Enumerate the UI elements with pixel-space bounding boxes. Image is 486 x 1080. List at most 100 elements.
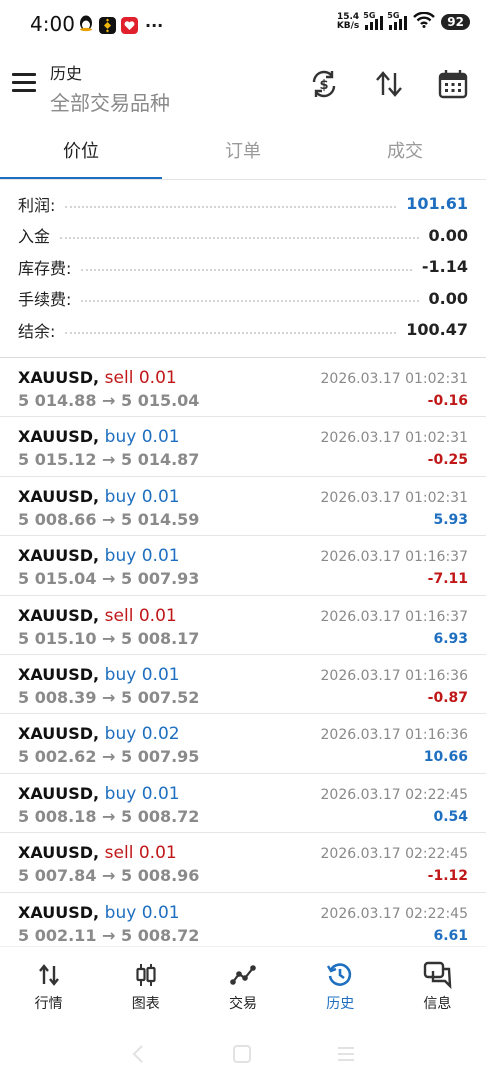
deal-side: buy 0.01 xyxy=(104,783,180,804)
deal-prices: 5 002.11 → 5 008.72 xyxy=(18,925,200,945)
deal-side: buy 0.01 xyxy=(104,664,180,685)
deal-side: sell 0.01 xyxy=(104,843,177,864)
summary-value: 0.00 xyxy=(428,225,468,245)
deal-profit: -0.87 xyxy=(427,689,468,706)
deal-symbol: XAUUSD, buy 0.01 xyxy=(18,546,180,567)
deal-time: 2026.03.17 02:22:45 xyxy=(320,905,469,922)
deal-row[interactable]: XAUUSD, sell 0.01 5 015.10 → 5 008.17 2026… xyxy=(0,596,486,655)
summary-value: 100.47 xyxy=(406,320,468,340)
deal-profit: 6.61 xyxy=(433,927,468,944)
summary-label: 库存费: xyxy=(18,258,72,278)
nav-label: 交易 xyxy=(229,996,257,1012)
nav-label: 信息 xyxy=(423,996,452,1012)
dotted-leader xyxy=(81,268,412,271)
bottom-navigation: 行情 图表 交易 历史 信息 xyxy=(0,946,486,1026)
tab-orders[interactable]: 订单 xyxy=(162,124,324,180)
summary-row-deposit: 入金 0.00 xyxy=(0,220,486,252)
nav-trade[interactable]: 交易 xyxy=(194,947,291,1026)
battery-indicator: 92 xyxy=(441,14,470,30)
deals-list: XAUUSD, sell 0.01 5 014.88 → 5 015.04 2026… xyxy=(0,358,486,952)
summary-label: 利润: xyxy=(18,195,56,215)
tab-deals[interactable]: 成交 xyxy=(324,124,486,180)
deal-profit: 0.54 xyxy=(433,808,468,825)
summary-label: 入金 xyxy=(18,227,51,247)
status-app-icons: ··· xyxy=(78,14,163,36)
cell-signal-1-icon: 5G xyxy=(363,11,384,30)
deal-symbol: XAUUSD, buy 0.01 xyxy=(18,486,180,507)
deal-symbol: XAUUSD, buy 0.01 xyxy=(18,783,180,804)
summary-value: 101.61 xyxy=(406,194,468,214)
status-indicators: 15.4 KB/s 5G 5G 92 xyxy=(336,11,470,32)
deal-time: 2026.03.17 01:02:31 xyxy=(320,430,469,447)
deal-symbol: XAUUSD, buy 0.01 xyxy=(18,664,180,685)
deal-row[interactable]: XAUUSD, buy 0.01 5 015.12 → 5 014.87 2026.… xyxy=(0,417,486,477)
deal-row[interactable]: XAUUSD, buy 0.01 5 015.04 → 5 007.93 2026.… xyxy=(0,536,486,596)
deal-prices: 5 008.39 → 5 007.52 xyxy=(18,687,200,707)
nav-label: 图表 xyxy=(131,996,160,1012)
deal-row[interactable]: XAUUSD, buy 0.01 5 002.11 → 5 008.72 2026.… xyxy=(0,893,486,952)
sort-icon[interactable] xyxy=(373,68,405,100)
trade-line-icon xyxy=(229,961,257,989)
summary-value: -1.14 xyxy=(421,257,468,277)
deal-row[interactable]: XAUUSD, buy 0.02 5 002.62 → 5 007.95 2026.… xyxy=(0,714,486,774)
nav-messages[interactable]: 信息 xyxy=(389,947,486,1026)
deal-symbol: XAUUSD, buy 0.01 xyxy=(18,902,180,923)
deal-side: buy 0.01 xyxy=(104,486,180,507)
deal-row[interactable]: XAUUSD, sell 0.01 5 014.88 → 5 015.04 2026… xyxy=(0,358,486,418)
deal-profit: -1.12 xyxy=(427,868,468,885)
svg-text:$: $ xyxy=(319,78,328,93)
deal-time: 2026.03.17 01:02:31 xyxy=(320,489,469,506)
dotted-leader xyxy=(60,237,419,240)
app-bar: 历史 全部交易品种 $ xyxy=(0,48,486,124)
title-block[interactable]: 历史 全部交易品种 xyxy=(50,60,170,116)
deal-prices: 5 015.12 → 5 014.87 xyxy=(18,450,200,470)
network-speed: 15.4 KB/s xyxy=(336,12,360,31)
messages-icon xyxy=(423,961,452,990)
recents-menu-icon[interactable] xyxy=(334,1042,358,1066)
deal-symbol: XAUUSD, buy 0.01 xyxy=(18,427,180,448)
summary-row-swap: 库存费: -1.14 xyxy=(0,251,486,283)
summary-row-commission: 手续费: 0.00 xyxy=(0,283,486,315)
tab-divider xyxy=(0,179,486,180)
deal-profit: -0.16 xyxy=(427,393,468,409)
red-app-icon xyxy=(121,16,138,34)
back-icon[interactable] xyxy=(126,1042,150,1066)
deal-profit: -0.25 xyxy=(427,452,468,469)
history-clock-icon xyxy=(326,961,354,989)
deal-row[interactable]: XAUUSD, buy 0.01 5 008.66 → 5 014.59 2026.… xyxy=(0,477,486,537)
summary-value: 0.00 xyxy=(428,288,468,308)
nav-label: 历史 xyxy=(326,996,355,1012)
deal-row[interactable]: XAUUSD, buy 0.01 5 008.18 → 5 008.72 2026.… xyxy=(0,774,486,834)
deal-row[interactable]: XAUUSD, sell 0.01 5 007.84 → 5 008.96 2026… xyxy=(0,833,486,893)
calendar-icon[interactable] xyxy=(437,68,469,100)
deal-time: 2026.03.17 01:16:37 xyxy=(320,549,469,566)
nav-chart[interactable]: 图表 xyxy=(97,947,194,1026)
deal-symbol: XAUUSD, buy 0.02 xyxy=(18,724,180,745)
nav-quotes[interactable]: 行情 xyxy=(0,947,97,1026)
deal-row[interactable]: XAUUSD, buy 0.01 5 008.39 → 5 007.52 2026.… xyxy=(0,655,486,715)
deal-time: 2026.03.17 01:16:36 xyxy=(320,667,469,684)
system-navigation-bar xyxy=(0,1030,486,1080)
menu-icon[interactable] xyxy=(12,73,36,93)
deal-side: buy 0.01 xyxy=(104,902,180,923)
deal-symbol: XAUUSD, sell 0.01 xyxy=(18,843,177,864)
binance-icon xyxy=(99,16,116,34)
more-notifications-icon: ··· xyxy=(145,15,164,35)
summary-row-profit: 利润: 101.61 xyxy=(0,188,486,220)
deal-time: 2026.03.17 01:02:31 xyxy=(320,371,469,387)
tab-positions[interactable]: 价位 xyxy=(0,124,162,180)
currency-exchange-icon[interactable]: $ xyxy=(308,68,340,100)
dotted-leader xyxy=(65,331,397,334)
deal-profit: 10.66 xyxy=(423,749,468,766)
symbol-filter[interactable]: 全部交易品种 xyxy=(50,87,170,116)
nav-history[interactable]: 历史 xyxy=(292,947,389,1026)
nav-label: 行情 xyxy=(34,996,63,1012)
deal-side: sell 0.01 xyxy=(104,368,177,388)
summary-panel: 利润: 101.61 入金 0.00 库存费: -1.14 手续费: 0.00 … xyxy=(0,188,486,346)
summary-label: 手续费: xyxy=(18,290,72,310)
deal-time: 2026.03.17 02:22:45 xyxy=(320,846,469,863)
quotes-icon xyxy=(35,961,63,989)
dotted-leader xyxy=(65,205,397,208)
deal-side: buy 0.02 xyxy=(104,724,180,745)
home-icon[interactable] xyxy=(230,1042,254,1066)
